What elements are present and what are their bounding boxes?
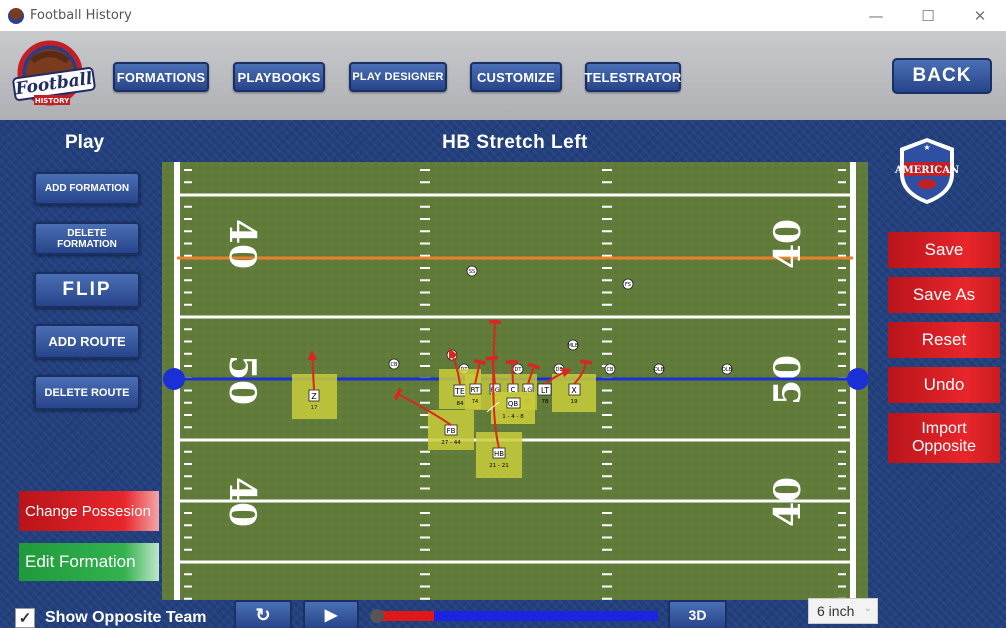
minimize-button[interactable]: —: [850, 0, 902, 31]
svg-text:OLB: OLB: [654, 367, 665, 373]
customize-button[interactable]: CUSTOMIZE: [470, 62, 562, 92]
los-left-handle[interactable]: [163, 368, 185, 390]
svg-text:27 - 44: 27 - 44: [441, 440, 461, 446]
play-heading: Play: [65, 132, 105, 153]
yard-number-40-bottom-right: 40: [767, 477, 809, 527]
close-button[interactable]: ✕: [954, 0, 1006, 31]
timeline-scrubber[interactable]: [370, 609, 384, 623]
top-nav: Football HISTORY FORMATIONS PLAYBOOKS PL…: [0, 31, 1006, 120]
redo-icon: ↻: [255, 604, 271, 625]
svg-text:84: 84: [457, 401, 464, 407]
football-field[interactable]: 40 40 50 50 40 40 SS FS CB DE DT DT DE M…: [162, 162, 868, 600]
telestrator-button[interactable]: TELESTRATOR: [584, 62, 681, 92]
show-opposite-toggle[interactable]: ✓ Show Opposite Team: [15, 608, 207, 628]
svg-text:FS: FS: [625, 282, 631, 288]
defender-olb-2[interactable]: OLB: [721, 363, 733, 375]
svg-text:19: 19: [571, 399, 578, 405]
defender-fs[interactable]: FS: [622, 278, 634, 290]
redo-button[interactable]: ↻: [234, 600, 292, 628]
timeline-remaining: [433, 611, 658, 621]
reset-button[interactable]: Reset: [888, 322, 1000, 358]
play-icon: ▶: [324, 607, 338, 624]
badge-star-icon: ★: [923, 143, 930, 152]
svg-text:TE: TE: [454, 387, 465, 396]
defender-olb[interactable]: OLB: [653, 363, 665, 375]
add-formation-button[interactable]: ADD FORMATION: [34, 172, 140, 205]
svg-text:X: X: [571, 386, 577, 395]
player-qb[interactable]: QB 1 - 4 - 8: [491, 392, 535, 424]
player-rt[interactable]: RT 74: [465, 374, 485, 410]
route-c[interactable]: [505, 359, 519, 385]
save-button[interactable]: Save: [888, 232, 1000, 268]
team-badge: AMERICAN ★: [894, 138, 959, 204]
svg-text:DT: DT: [515, 367, 523, 373]
svg-text:DE: DE: [555, 367, 562, 373]
chevron-down-icon: ⌄: [863, 603, 872, 614]
svg-text:CB: CB: [607, 367, 614, 373]
playbooks-button[interactable]: PLAYBOOKS: [233, 62, 325, 92]
timeline-played: [382, 611, 434, 621]
playback-timeline[interactable]: [370, 609, 658, 623]
svg-text:78: 78: [542, 399, 549, 405]
maximize-button[interactable]: ☐: [902, 0, 954, 31]
yard-number-40-top-left: 40: [221, 219, 263, 269]
app-icon: [8, 7, 24, 24]
delete-route-button[interactable]: DELETE ROUTE: [34, 375, 140, 410]
svg-text:RT: RT: [471, 386, 480, 394]
svg-text:17: 17: [311, 405, 318, 411]
undo-button[interactable]: Undo: [888, 367, 1000, 403]
svg-text:1 - 4 - 8: 1 - 4 - 8: [502, 414, 524, 420]
logo-subtext: HISTORY: [35, 97, 70, 105]
svg-text:HB: HB: [494, 450, 504, 458]
play-title: HB Stretch Left: [442, 132, 588, 153]
svg-text:FB: FB: [447, 427, 456, 435]
svg-text:Z: Z: [311, 392, 317, 401]
window-title-bar: Football History — ☐ ✕: [0, 0, 1006, 31]
play-designer-area: Play HB Stretch Left ADD FORMATION DELET…: [0, 120, 1006, 628]
size-select-value: 6 inch: [817, 603, 855, 619]
play-button[interactable]: ▶: [303, 600, 359, 628]
window-title: Football History: [30, 8, 132, 23]
defender-cb-2[interactable]: CB: [604, 363, 616, 375]
edit-formation-button[interactable]: Edit Formation: [19, 543, 159, 581]
svg-text:21 - 21: 21 - 21: [489, 463, 508, 469]
svg-text:74: 74: [472, 399, 478, 405]
formations-button[interactable]: FORMATIONS: [113, 62, 209, 92]
svg-text:LT: LT: [541, 386, 549, 395]
add-route-button[interactable]: ADD ROUTE: [34, 324, 140, 359]
svg-text:CB: CB: [391, 362, 398, 368]
player-fb[interactable]: FB 27 - 44: [428, 410, 474, 450]
change-possession-button[interactable]: Change Possesion: [19, 491, 159, 531]
defender-cb[interactable]: CB: [388, 358, 400, 370]
svg-text:MLB: MLB: [568, 343, 579, 349]
defender-dt-2[interactable]: DT: [512, 363, 524, 375]
football-history-logo[interactable]: Football HISTORY: [10, 37, 98, 115]
field-canvas[interactable]: 40 40 50 50 40 40 SS FS CB DE DT DT DE M…: [162, 162, 868, 600]
player-x[interactable]: X 19: [552, 374, 596, 412]
los-right-handle[interactable]: [847, 368, 868, 390]
save-as-button[interactable]: Save As: [888, 277, 1000, 313]
svg-text:QB: QB: [508, 400, 519, 408]
yard-number-40-bottom-left: 40: [221, 477, 263, 527]
svg-text:SS: SS: [469, 269, 475, 275]
player-hb[interactable]: HB 21 - 21: [476, 432, 522, 478]
delete-formation-button[interactable]: DELETE FORMATION: [34, 222, 140, 255]
import-opposite-button[interactable]: Import Opposite: [888, 413, 1000, 463]
flip-button[interactable]: FLIP: [34, 272, 140, 308]
show-opposite-checkbox[interactable]: ✓: [15, 608, 35, 628]
yard-number-40-top-right: 40: [767, 219, 809, 269]
team-badge-text: AMERICAN: [894, 165, 959, 176]
3d-view-button[interactable]: 3D: [668, 600, 727, 628]
back-button[interactable]: BACK: [892, 58, 992, 94]
defender-ss[interactable]: SS: [466, 265, 478, 277]
svg-text:OLB: OLB: [722, 367, 733, 373]
play-designer-button[interactable]: PLAY DESIGNER: [349, 62, 447, 92]
size-select[interactable]: 6 inch ⌄: [808, 598, 878, 624]
show-opposite-label: Show Opposite Team: [45, 609, 207, 626]
